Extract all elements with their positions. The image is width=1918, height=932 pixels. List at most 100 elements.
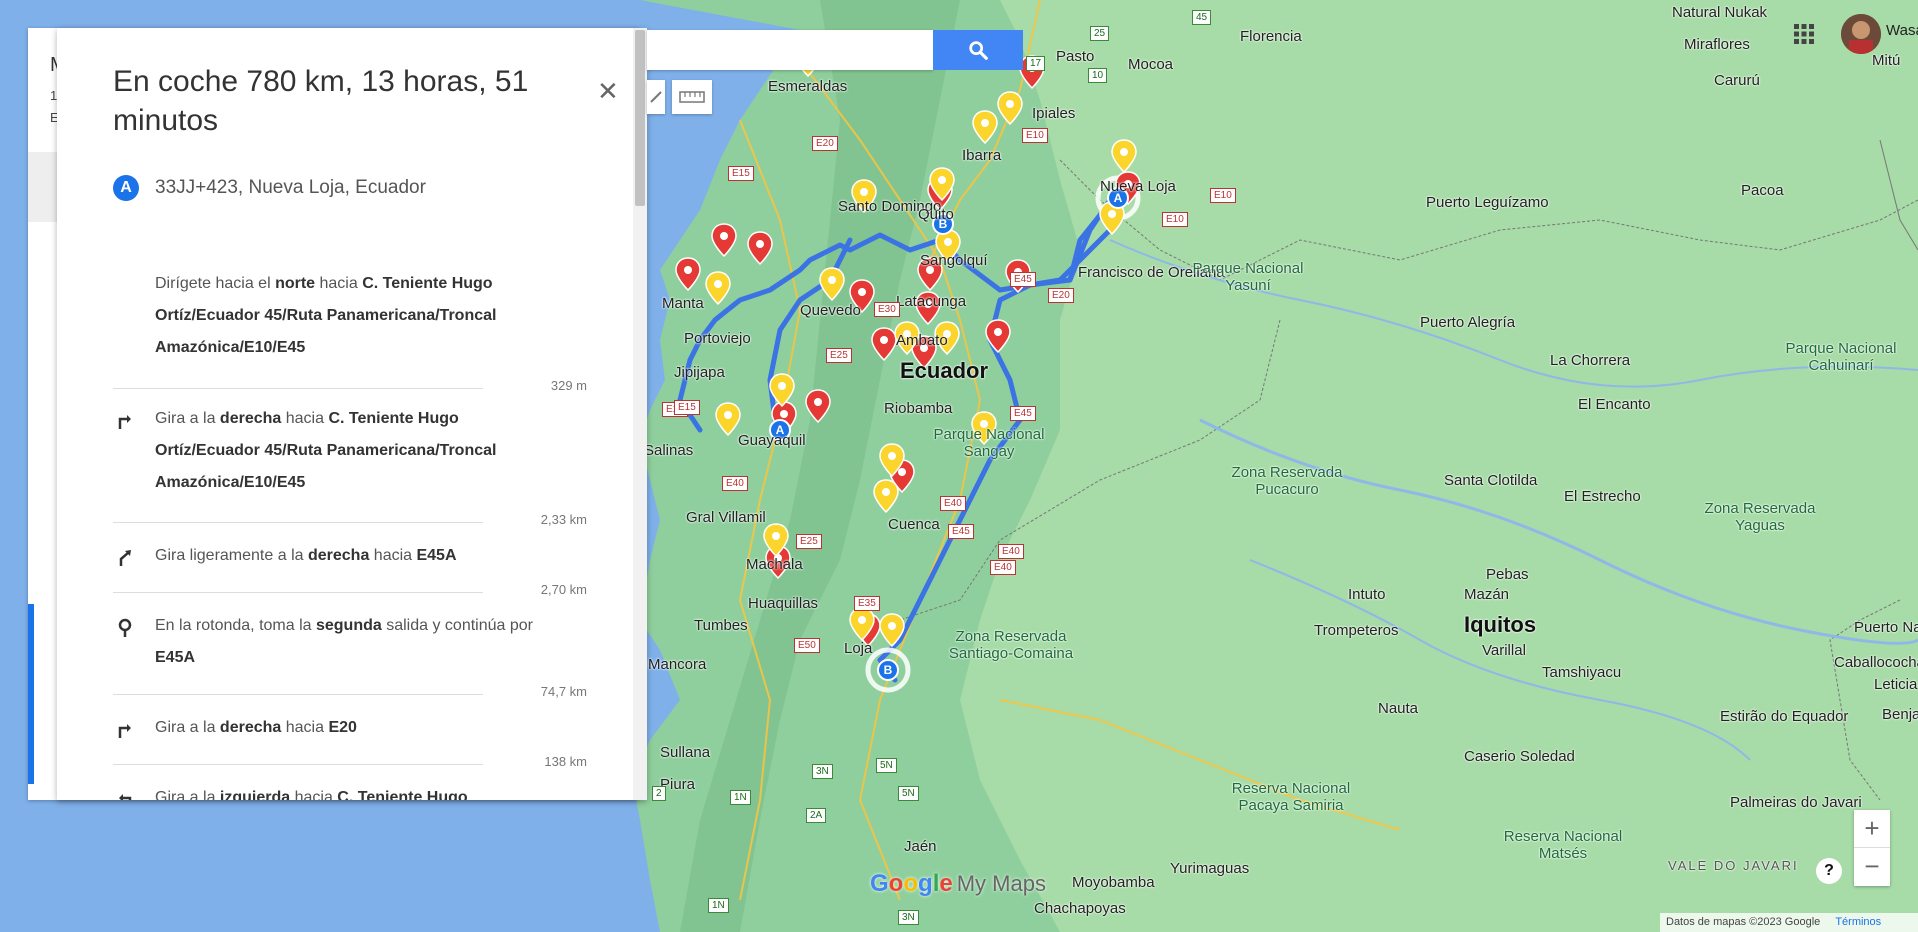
road-shield: 1N — [730, 790, 751, 805]
map-attribution: Datos de mapas ©2023 Google Términos — [1660, 913, 1918, 932]
map-place-label: Benjamin Constant — [1882, 706, 1918, 723]
direction-step-text: Gira a la izquierda hacia C. Teniente Hu… — [155, 789, 468, 800]
terms-link[interactable]: Términos — [1835, 916, 1881, 928]
map-place-label: Parque Nacional Cahuinarí — [1785, 340, 1897, 374]
route-end-marker[interactable]: B — [877, 659, 899, 681]
road-shield: 2A — [806, 808, 827, 823]
road-shield: E30 — [874, 302, 900, 317]
road-shield: E40 — [722, 476, 748, 491]
road-shield: E35 — [854, 596, 880, 611]
map-place-label: Ibarra — [962, 147, 1002, 164]
map-place-label: Jaén — [904, 838, 937, 855]
user-avatar[interactable] — [1841, 14, 1881, 54]
road-shield: E45 — [1010, 272, 1036, 287]
step-distance: 2,33 km — [483, 512, 587, 527]
map-place-label: Huaquillas — [748, 595, 819, 612]
road-shield: 5N — [876, 758, 897, 773]
map-place-label: Reserva Nacional Matsés — [1503, 828, 1623, 862]
user-name: Wasa — [1886, 22, 1918, 39]
panel-scrollbar[interactable] — [633, 28, 647, 800]
marker-a-icon: A — [113, 175, 139, 201]
zoom-controls: + − — [1854, 810, 1890, 886]
map-place-label: Zona Reservada Pucacuro — [1231, 464, 1343, 498]
attribution-text: Datos de mapas ©2023 Google — [1666, 916, 1821, 928]
zoom-in-button[interactable]: + — [1854, 810, 1890, 848]
map-place-label: Sangolquí — [920, 252, 988, 269]
map-place-label: Palmeiras do Javari — [1730, 794, 1862, 811]
map-place-label: Cuenca — [888, 516, 940, 533]
svg-text:B: B — [884, 663, 893, 677]
map-place-label: Zona Reservada Yaguas — [1704, 500, 1816, 534]
map-place-label: Moyobamba — [1072, 874, 1155, 891]
road-shield: E40 — [940, 496, 966, 511]
map-place-label: La Chorrera — [1550, 352, 1631, 369]
turn-right-icon — [118, 415, 131, 429]
map-place-label: Mazán — [1464, 586, 1510, 603]
search-icon — [969, 41, 988, 60]
road-shield: 2 — [652, 786, 666, 801]
search-input[interactable] — [647, 30, 933, 70]
map-place-label: Esmeraldas — [768, 78, 848, 95]
map-place-label: Santa Clotilda — [1444, 472, 1538, 489]
step-distance: 74,7 km — [483, 684, 587, 699]
roundabout-icon — [118, 618, 132, 637]
turn-right-icon — [118, 724, 131, 738]
map-place-label: Ipiales — [1032, 105, 1076, 122]
map-place-label: Pacoa — [1741, 182, 1784, 199]
map-place-label: Reserva Nacional Pacaya Samiria — [1231, 780, 1351, 814]
map-place-label: Chachapoyas — [1034, 900, 1126, 917]
map-place-label: Zona Reservada Santiago-Comaina — [948, 628, 1074, 662]
map-place-label: Carurú — [1714, 72, 1760, 89]
apps-grid-icon[interactable] — [1792, 22, 1816, 46]
road-shield: 5N — [898, 786, 919, 801]
map-place-label: Salinas — [644, 442, 694, 459]
map-place-label: VALE DO JAVARI — [1668, 858, 1799, 873]
close-icon[interactable]: ✕ — [597, 78, 619, 104]
map-place-label: Puerto Nariño — [1854, 619, 1918, 636]
zoom-out-button[interactable]: − — [1854, 848, 1890, 885]
road-shield: 3N — [812, 764, 833, 779]
draw-line-button[interactable] — [647, 80, 665, 114]
map-place-label: Leticia — [1874, 676, 1918, 693]
road-shield: 1N — [708, 898, 729, 913]
map-place-label: Estirão do Equador — [1720, 708, 1849, 725]
road-shield: E10 — [1022, 128, 1048, 143]
directions-title: En coche 780 km, 13 horas, 51 minutos — [113, 65, 529, 137]
map-place-label: Tamshiyacu — [1542, 664, 1622, 681]
layer-row-highlight — [28, 152, 58, 222]
help-button[interactable]: ? — [1816, 858, 1842, 884]
road-shield: E15 — [674, 400, 700, 415]
map-place-label: El Encanto — [1578, 396, 1651, 413]
map-place-label: Riobamba — [884, 400, 953, 417]
map-place-label: Ambato — [896, 332, 948, 349]
road-shield: E50 — [794, 638, 820, 653]
map-place-label: Iquitos — [1464, 612, 1537, 637]
map-place-label: Tumbes — [694, 617, 748, 634]
road-shield: 3N — [898, 910, 919, 925]
measure-button[interactable] — [672, 80, 712, 114]
map-place-label: Ecuador — [900, 358, 989, 383]
direction-step-text: En la rotonda, toma la segunda salida y … — [155, 617, 533, 666]
map-place-label: Manta — [662, 295, 704, 312]
start-location: A 33JJ+423, Nueva Loja, Ecuador — [113, 173, 426, 203]
search-button[interactable] — [933, 30, 1023, 70]
road-shield: E15 — [728, 166, 754, 181]
map-place-label: Sullana — [660, 744, 711, 761]
map-place-label: Mitú — [1872, 52, 1901, 69]
map-place-label: Caserio Soledad — [1464, 748, 1575, 765]
map-place-label: Mocoa — [1128, 56, 1174, 73]
map-place-label: Gral Villamil — [686, 509, 766, 526]
google-my-maps-logo: Google My Maps — [870, 870, 1046, 897]
map-place-label: Nueva Loja — [1100, 178, 1176, 195]
slight-right-icon — [119, 550, 131, 566]
map-place-label: Parque Nacional Sangay — [933, 426, 1045, 460]
road-shield: E10 — [1210, 188, 1236, 203]
scrollbar-thumb[interactable] — [635, 30, 645, 206]
map-place-label: Jipijapa — [674, 364, 725, 381]
map-place-label: Caballococha — [1834, 654, 1918, 671]
map-place-label: Guayaquil — [738, 432, 806, 449]
road-shield: E20 — [812, 136, 838, 151]
map-place-label: Puerto Leguízamo — [1426, 194, 1549, 211]
map-place-label: Miraflores — [1684, 36, 1750, 53]
road-shield: 17 — [1026, 56, 1046, 71]
